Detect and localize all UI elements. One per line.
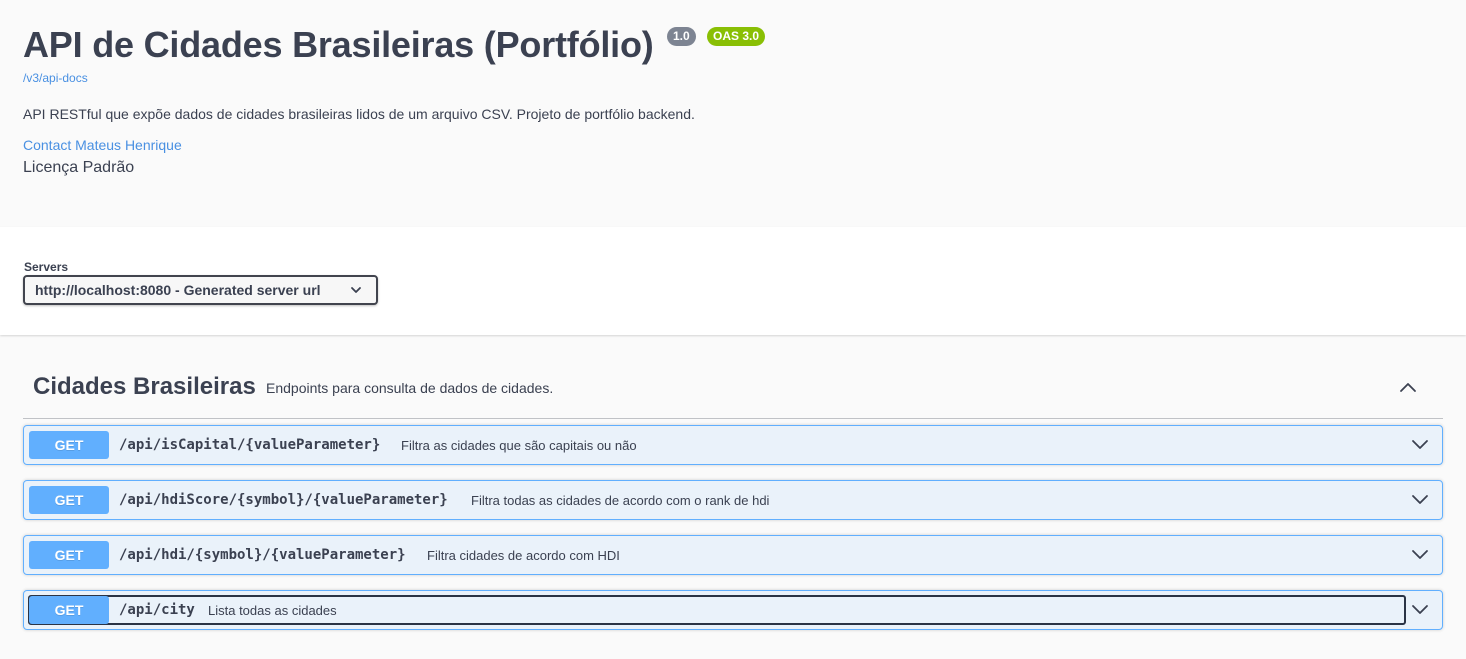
operation-path: /api/isCapital/{valueParameter} [119,437,381,453]
oas-badge: OAS 3.0 [707,27,766,46]
chevron-down-icon[interactable] [1410,600,1430,620]
server-select[interactable]: http://localhost:8080 - Generated server… [23,275,378,305]
chevron-down-icon[interactable] [1410,435,1430,455]
server-select-value: http://localhost:8080 - Generated server… [35,282,321,298]
method-badge: GET [29,541,109,569]
method-badge: GET [29,486,109,514]
servers-label: Servers [24,260,69,274]
operation-summary: Lista todas as cidades [208,603,337,618]
operation-get-city[interactable]: GET /api/city Lista todas as cidades [23,590,1443,630]
operation-get-hdiscore[interactable]: GET /api/hdiScore/{symbol}/{valueParamet… [23,480,1443,520]
operation-path: /api/hdiScore/{symbol}/{valueParameter} [119,492,448,508]
api-description: API RESTful que expõe dados de cidades b… [23,106,695,122]
license-text: Licença Padrão [23,159,135,176]
version-badge: 1.0 [667,27,696,46]
chevron-down-icon[interactable] [1410,490,1430,510]
operation-path: /api/city [119,602,195,618]
api-info: API de Cidades Brasileiras (Portfólio) 1… [23,0,1466,227]
operation-get-iscapital[interactable]: GET /api/isCapital/{valueParameter} Filt… [23,425,1443,465]
operation-summary: Filtra as cidades que são capitais ou nã… [401,438,637,453]
contact-link[interactable]: Contact Mateus Henrique [23,137,182,153]
method-badge: GET [29,596,109,624]
chevron-up-icon[interactable] [1397,376,1419,398]
tag-description: Endpoints para consulta de dados de cida… [266,380,554,396]
operation-path: /api/hdi/{symbol}/{valueParameter} [119,547,406,563]
tag-header[interactable]: Cidades Brasileiras Endpoints para consu… [23,360,1443,419]
operation-summary: Filtra todas as cidades de acordo com o … [471,493,770,508]
servers-bar: Servers http://localhost:8080 - Generate… [0,227,1466,335]
operation-summary: Filtra cidades de acordo com HDI [427,548,620,563]
tag-name: Cidades Brasileiras [33,373,256,400]
operation-get-hdi[interactable]: GET /api/hdi/{symbol}/{valueParameter} F… [23,535,1443,575]
api-docs-link[interactable]: /v3/api-docs [23,71,88,85]
page-title: API de Cidades Brasileiras (Portfólio) [23,24,654,65]
chevron-down-icon [351,287,361,293]
chevron-down-icon[interactable] [1410,545,1430,565]
method-badge: GET [29,431,109,459]
